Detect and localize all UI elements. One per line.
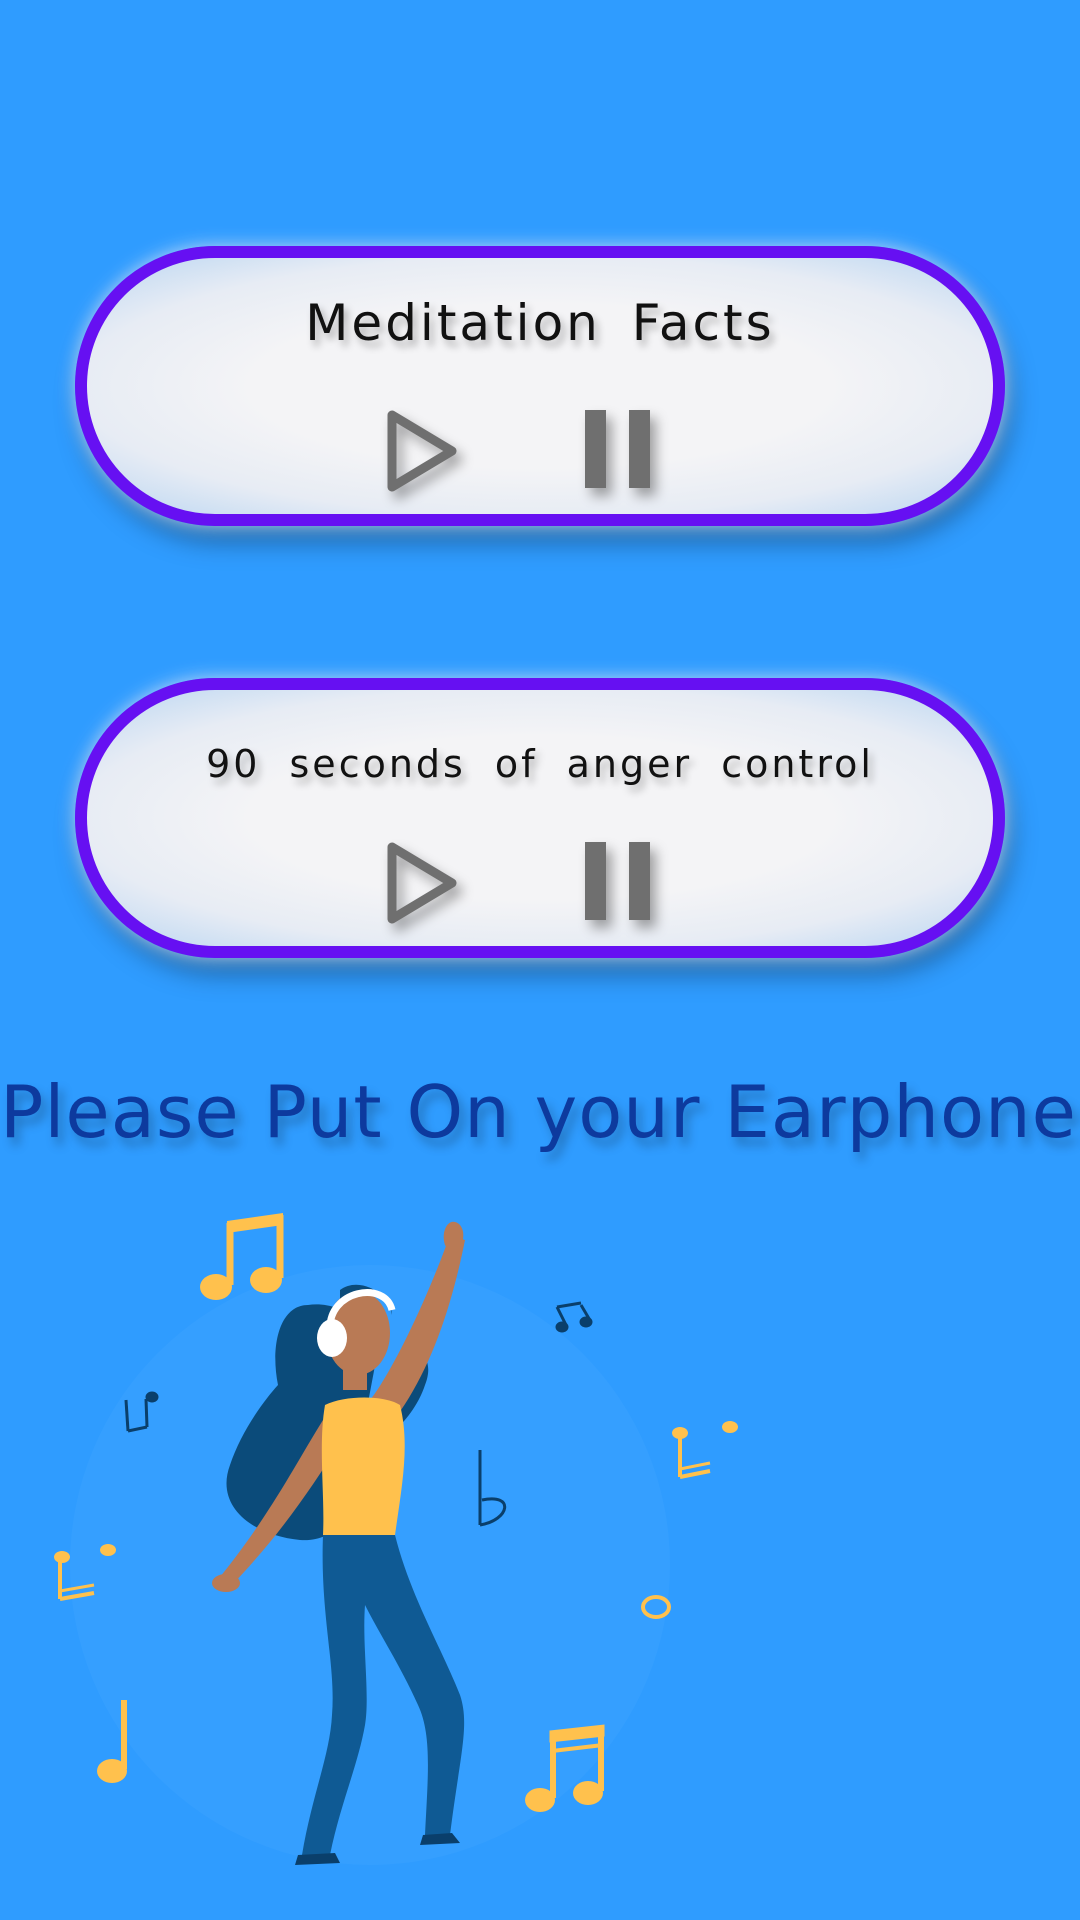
- play-button[interactable]: [384, 840, 460, 926]
- earphones-prompt: Please Put On your Earphones: [0, 1070, 1080, 1154]
- play-icon: [387, 410, 457, 492]
- music-note-icon: [672, 1421, 738, 1479]
- pause-button[interactable]: [583, 408, 653, 492]
- woman-dancing-with-headphones-illustration: [40, 1195, 760, 1895]
- music-note-icon: [555, 1301, 593, 1333]
- music-note-icon: [200, 1213, 284, 1300]
- audio-card-anger-control: 90 seconds of anger control: [75, 678, 1005, 958]
- pause-button[interactable]: [583, 840, 653, 924]
- audio-card-meditation-facts: Meditation Facts: [75, 246, 1005, 526]
- card-title: Meditation Facts: [305, 294, 775, 352]
- play-icon: [387, 842, 457, 924]
- pause-icon: [585, 842, 650, 920]
- pause-icon: [585, 410, 650, 488]
- card-title: 90 seconds of anger control: [206, 742, 874, 786]
- play-button[interactable]: [384, 408, 460, 494]
